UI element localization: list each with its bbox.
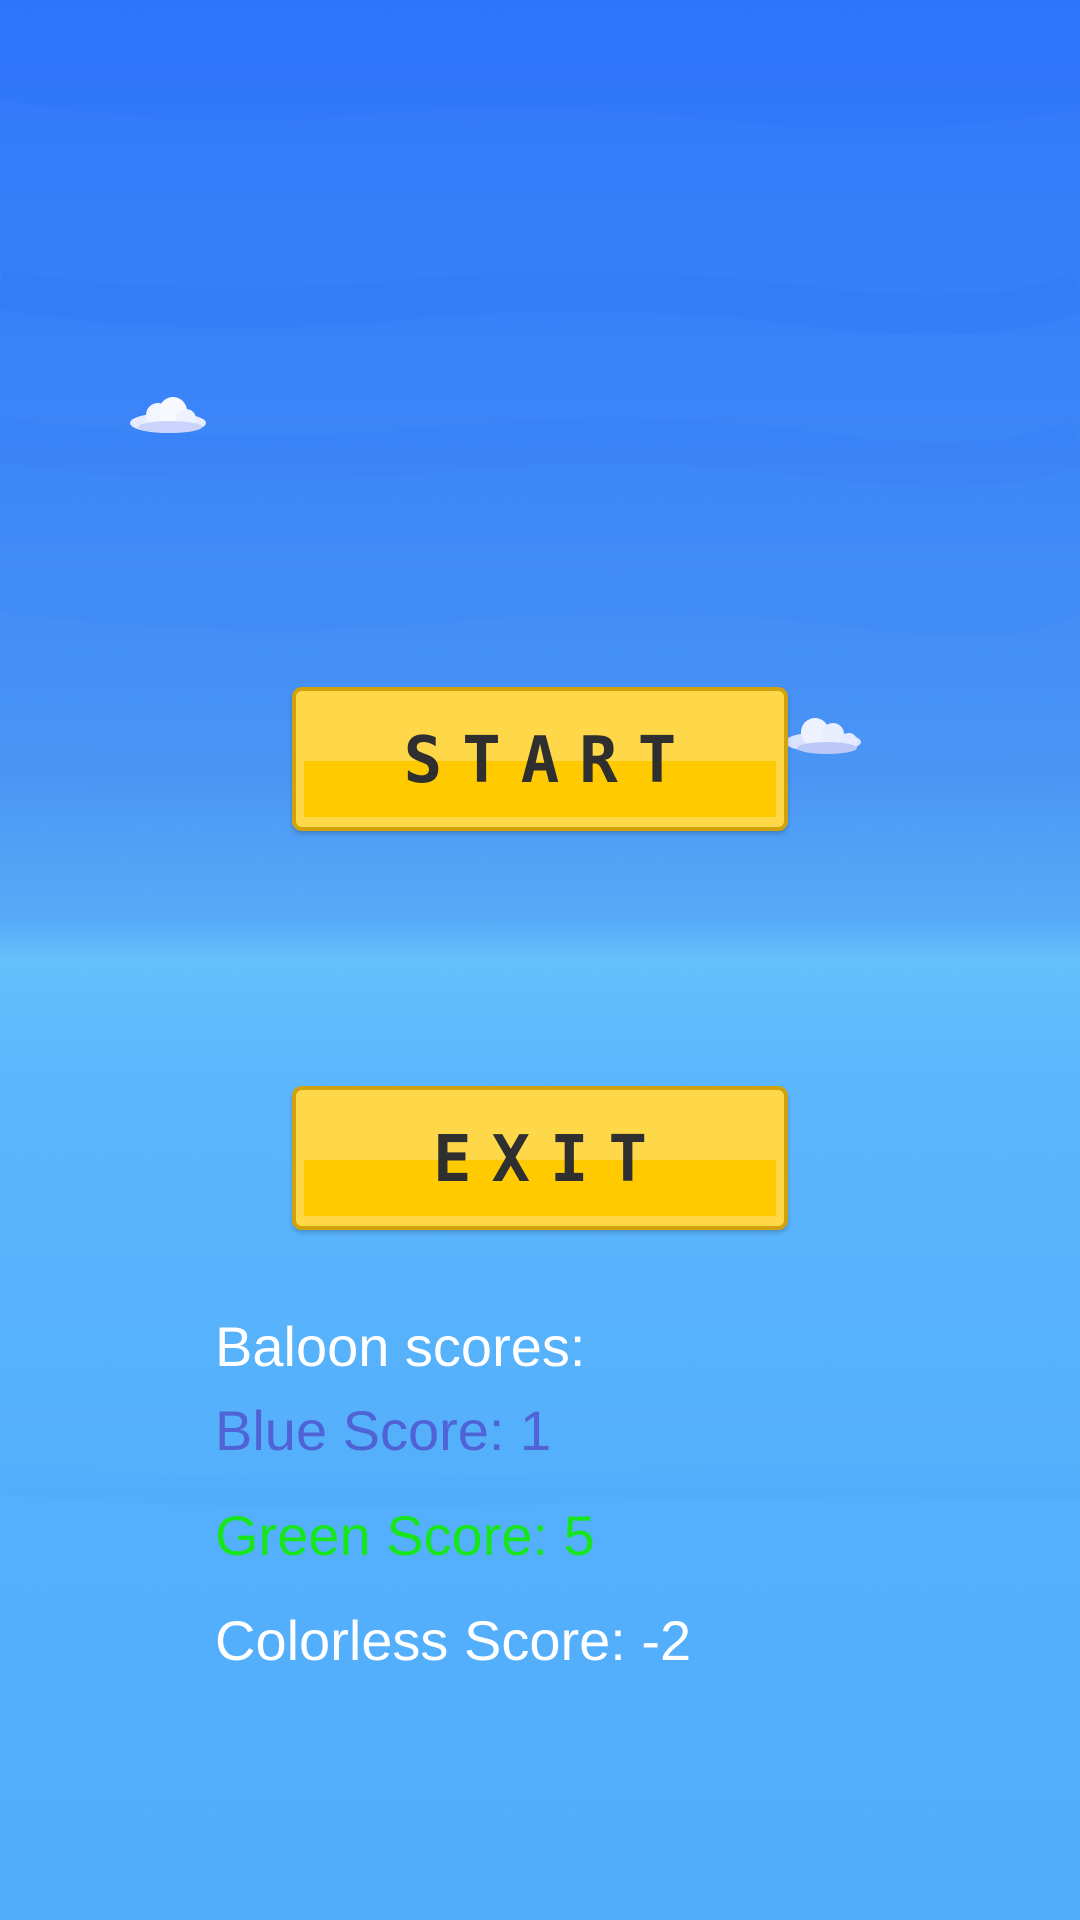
scores-heading: Baloon scores: [215, 1315, 586, 1378]
exit-button-label: EXIT [432, 1123, 668, 1197]
start-button-label: START [403, 724, 697, 798]
cloud-icon [130, 397, 206, 433]
blue-score: Blue Score: 1 [215, 1399, 552, 1462]
exit-button[interactable]: EXIT [292, 1086, 788, 1230]
start-button[interactable]: START [292, 687, 788, 831]
colorless-score: Colorless Score: -2 [215, 1609, 692, 1672]
cloud-icon [785, 718, 861, 754]
green-score: Green Score: 5 [215, 1504, 595, 1567]
